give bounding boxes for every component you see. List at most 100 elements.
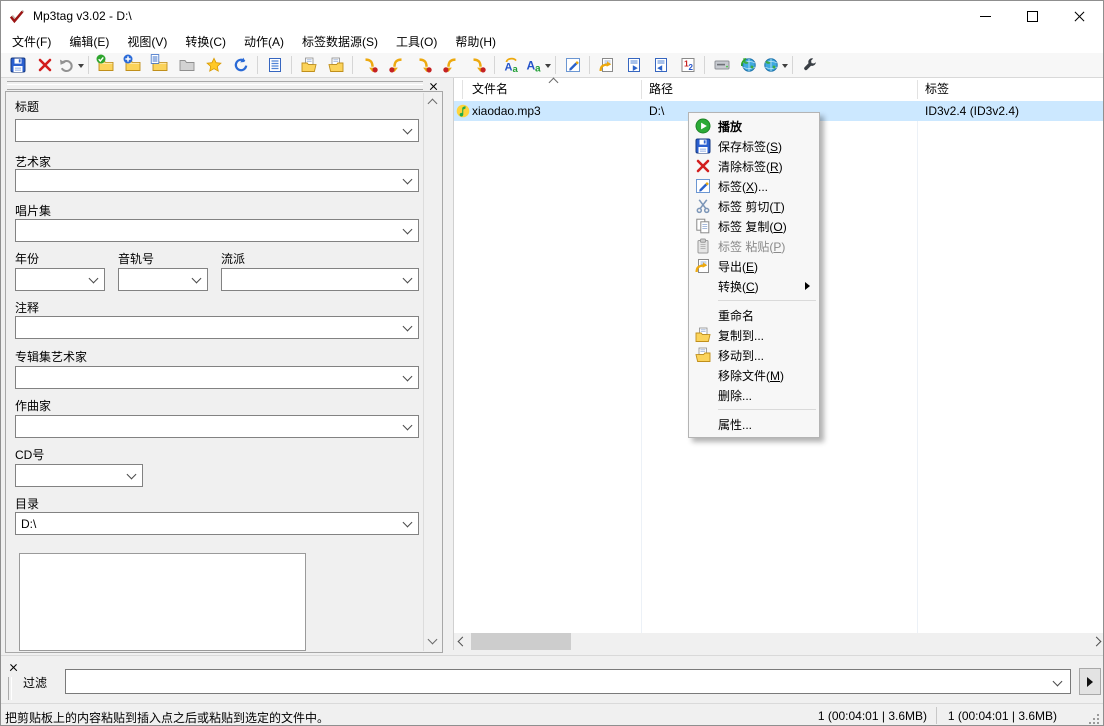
export-button[interactable] — [593, 54, 620, 77]
tag-panel-scrollbar[interactable] — [423, 93, 441, 651]
window-title: Mp3tag v3.02 - D:\ — [33, 9, 132, 23]
favorites-star-button[interactable] — [200, 54, 227, 77]
save-tag-button[interactable] — [4, 54, 31, 77]
menu-actions[interactable]: 动作(A) — [235, 31, 293, 53]
maximize-button[interactable] — [1009, 1, 1056, 31]
year-combobox[interactable] — [15, 268, 105, 291]
tag-panel-grip[interactable] — [7, 81, 423, 90]
menu-item-tag-paste[interactable]: 标签 粘贴(P) — [689, 236, 819, 256]
title-bar[interactable]: Mp3tag v3.02 - D:\ — [1, 1, 1103, 31]
case-conversion-button[interactable] — [498, 54, 525, 77]
column-separator[interactable] — [641, 80, 642, 99]
paste-icon — [695, 238, 711, 254]
resize-grip[interactable] — [1087, 712, 1099, 724]
websources-menu-button[interactable] — [762, 54, 789, 77]
menu-item-properties[interactable]: 属性... — [689, 414, 819, 434]
comment-combobox[interactable] — [15, 316, 419, 339]
title-combobox[interactable] — [15, 119, 419, 142]
copy-to-folder-icon — [301, 57, 317, 73]
menu-edit[interactable]: 编辑(E) — [60, 31, 118, 53]
close-button[interactable] — [1056, 1, 1103, 31]
column-header-path[interactable]: 路径 — [649, 82, 673, 97]
composer-combobox[interactable] — [15, 415, 419, 438]
playlist-button[interactable] — [261, 54, 288, 77]
websources-sync-button[interactable] — [735, 54, 762, 77]
autonumbering-wizard-button[interactable] — [674, 54, 701, 77]
filter-apply-button[interactable] — [1079, 668, 1101, 695]
menu-item-tag-cut[interactable]: 标签 剪切(T) — [689, 196, 819, 216]
tag-panel: 标题 艺术家 唱片集 年份 音轨号 流派 注释 专辑集艺术家 作曲家 CD号 目… — [5, 91, 443, 653]
scrollbar-thumb[interactable] — [471, 633, 571, 650]
menu-separator — [718, 300, 816, 301]
horizontal-scrollbar[interactable] — [454, 633, 1104, 650]
album-combobox[interactable] — [15, 219, 419, 242]
convert-textfile-tag-button[interactable] — [437, 54, 464, 77]
menu-item-remove-file[interactable]: 移除文件(M) — [689, 365, 819, 385]
menu-item-export[interactable]: 导出(E) — [689, 256, 819, 276]
convert-tag-tag-button[interactable] — [464, 54, 491, 77]
menu-view[interactable]: 视图(V) — [118, 31, 176, 53]
case-menu-caret — [545, 64, 551, 71]
favorites-folder-button[interactable] — [173, 54, 200, 77]
actions-quick-button[interactable] — [647, 54, 674, 77]
directory-playlist-button[interactable] — [146, 54, 173, 77]
filter-combobox[interactable] — [65, 669, 1071, 694]
menu-item-delete[interactable]: 删除... — [689, 385, 819, 405]
remove-tag-button[interactable] — [31, 54, 58, 77]
column-header-filename[interactable]: 文件名 — [472, 82, 508, 97]
menu-item-move-to[interactable]: 移动到... — [689, 345, 819, 365]
filter-grip[interactable] — [8, 677, 12, 700]
menu-item-play[interactable]: 播放 — [689, 116, 819, 136]
filter-input[interactable] — [69, 672, 1033, 693]
toolbar-separator — [291, 56, 292, 74]
case-conversion-menu-button[interactable] — [525, 54, 552, 77]
column-separator[interactable] — [917, 80, 918, 99]
menu-convert[interactable]: 转换(C) — [176, 31, 235, 53]
refresh-button[interactable] — [227, 54, 254, 77]
album-artist-combobox[interactable] — [15, 366, 419, 389]
minimize-button[interactable] — [962, 1, 1009, 31]
menu-tools[interactable]: 工具(O) — [387, 31, 446, 53]
add-directory-button[interactable] — [119, 54, 146, 77]
scroll-right-button[interactable] — [1088, 633, 1104, 650]
filter-close-button[interactable] — [6, 661, 20, 673]
chevron-down-icon[interactable] — [1053, 677, 1063, 687]
move-to-button[interactable] — [322, 54, 349, 77]
menu-item-remove-tag[interactable]: 清除标签(R) — [689, 156, 819, 176]
menu-file[interactable]: 文件(F) — [3, 31, 60, 53]
scroll-up-icon[interactable] — [428, 99, 438, 109]
cd-drive-button[interactable] — [708, 54, 735, 77]
convert-tag-filename-button[interactable] — [356, 54, 383, 77]
disc-combobox[interactable] — [15, 464, 143, 487]
options-button[interactable] — [796, 54, 823, 77]
column-header-tag[interactable]: 标签 — [925, 82, 949, 97]
scroll-left-button[interactable] — [454, 633, 471, 650]
toolbar-separator — [792, 56, 793, 74]
toolbar-separator — [589, 56, 590, 74]
menu-item-convert[interactable]: 转换(C) — [689, 276, 819, 296]
edit-tag-button[interactable] — [559, 54, 586, 77]
genre-combobox[interactable] — [221, 268, 419, 291]
track-combobox[interactable] — [118, 268, 208, 291]
copy-to-button[interactable] — [295, 54, 322, 77]
artist-combobox[interactable] — [15, 169, 419, 192]
convert-filename-filename-button[interactable] — [410, 54, 437, 77]
directory-combobox[interactable]: D:\ — [15, 512, 419, 535]
scroll-down-icon[interactable] — [428, 635, 438, 645]
mp3tag-window: Mp3tag v3.02 - D:\ 文件(F) 编辑(E) 视图(V) 转换(… — [0, 0, 1104, 726]
close-x-icon — [10, 664, 17, 671]
convert-filename-tag-button[interactable] — [383, 54, 410, 77]
check-badge-icon — [96, 54, 106, 64]
change-directory-button[interactable] — [92, 54, 119, 77]
menu-tag-sources[interactable]: 标签数据源(S) — [293, 31, 387, 53]
menu-item-copy-to[interactable]: 复制到... — [689, 325, 819, 345]
undo-button[interactable] — [58, 54, 85, 77]
column-separator[interactable] — [462, 80, 463, 99]
menu-item-edit-tag[interactable]: 标签(X)... — [689, 176, 819, 196]
actions-button[interactable] — [620, 54, 647, 77]
menu-help[interactable]: 帮助(H) — [446, 31, 505, 53]
cover-art-box[interactable] — [19, 553, 306, 651]
menu-item-tag-copy[interactable]: 标签 复制(O) — [689, 216, 819, 236]
menu-item-save-tag[interactable]: 保存标签(S) — [689, 136, 819, 156]
menu-item-rename[interactable]: 重命名 — [689, 305, 819, 325]
